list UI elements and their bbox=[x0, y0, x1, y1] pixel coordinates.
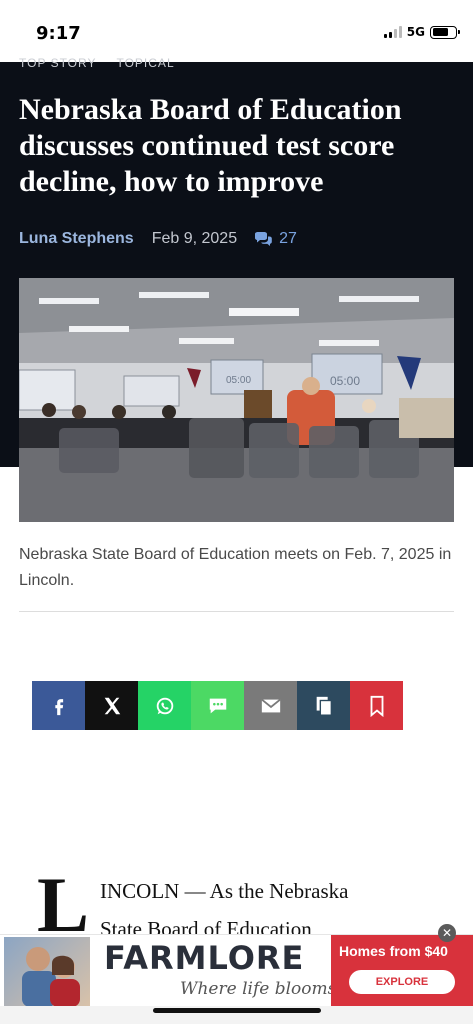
share-whatsapp-button[interactable] bbox=[138, 681, 191, 730]
signal-icon bbox=[383, 26, 402, 38]
battery-icon bbox=[430, 25, 460, 39]
screen-clock-left: 05:00 bbox=[226, 375, 251, 386]
body-line: INCOLN — As the Nebraska bbox=[100, 879, 349, 903]
status-icons: 5G bbox=[383, 25, 460, 39]
share-email-button[interactable] bbox=[244, 681, 297, 730]
status-bar: 9:17 5G bbox=[0, 0, 473, 62]
ad-couple-photo bbox=[4, 937, 90, 1007]
divider bbox=[19, 611, 454, 612]
share-bar bbox=[32, 681, 403, 730]
comments-icon bbox=[255, 232, 272, 246]
ad-headline: Homes from $40 bbox=[339, 943, 448, 959]
article-photo[interactable]: 05:00 05:00 bbox=[19, 278, 454, 522]
ad-tagline: Where life blooms bbox=[180, 979, 337, 999]
x-icon bbox=[104, 697, 120, 714]
kicker: TOP STORY TOPICAL bbox=[19, 56, 175, 70]
author-link[interactable]: Luna Stephens bbox=[19, 230, 134, 248]
ad-explore-button[interactable]: EXPLORE bbox=[349, 970, 455, 994]
whatsapp-icon bbox=[156, 697, 173, 714]
share-facebook-button[interactable] bbox=[32, 681, 85, 730]
photo-caption: Nebraska State Board of Education meets … bbox=[19, 546, 452, 589]
share-x-button[interactable] bbox=[85, 681, 138, 730]
meeting-room-image: 05:00 05:00 bbox=[19, 278, 454, 522]
home-indicator[interactable] bbox=[153, 1008, 321, 1013]
status-time: 9:17 bbox=[36, 23, 81, 44]
share-copy-button[interactable] bbox=[297, 681, 350, 730]
drop-cap: L bbox=[37, 861, 90, 948]
copy-icon bbox=[316, 696, 332, 716]
ad-brand: FARMLORE bbox=[104, 939, 305, 977]
comments-link[interactable]: 27 bbox=[253, 230, 297, 248]
publish-date: Feb 9, 2025 bbox=[151, 230, 238, 247]
article-meta: Luna Stephens Feb 9, 2025 27 bbox=[19, 230, 297, 248]
bookmark-button[interactable] bbox=[350, 681, 403, 730]
email-icon bbox=[260, 698, 281, 712]
kicker-topical[interactable]: TOPICAL bbox=[116, 56, 174, 70]
comment-count: 27 bbox=[279, 230, 297, 247]
sms-icon bbox=[209, 698, 226, 713]
network-label: 5G bbox=[406, 25, 425, 39]
ad-banner[interactable]: FARMLORE Where life blooms Homes from $4… bbox=[0, 934, 473, 1007]
bookmark-icon bbox=[370, 695, 383, 717]
kicker-top-story[interactable]: TOP STORY bbox=[19, 56, 96, 70]
screen-clock-right: 05:00 bbox=[330, 374, 360, 388]
facebook-icon bbox=[54, 698, 63, 715]
ad-cta-panel: Homes from $40 EXPLORE bbox=[331, 935, 473, 1007]
share-sms-button[interactable] bbox=[191, 681, 244, 730]
article-headline: Nebraska Board of Education discusses co… bbox=[19, 93, 402, 198]
ad-close-icon[interactable]: ✕ bbox=[438, 924, 456, 942]
